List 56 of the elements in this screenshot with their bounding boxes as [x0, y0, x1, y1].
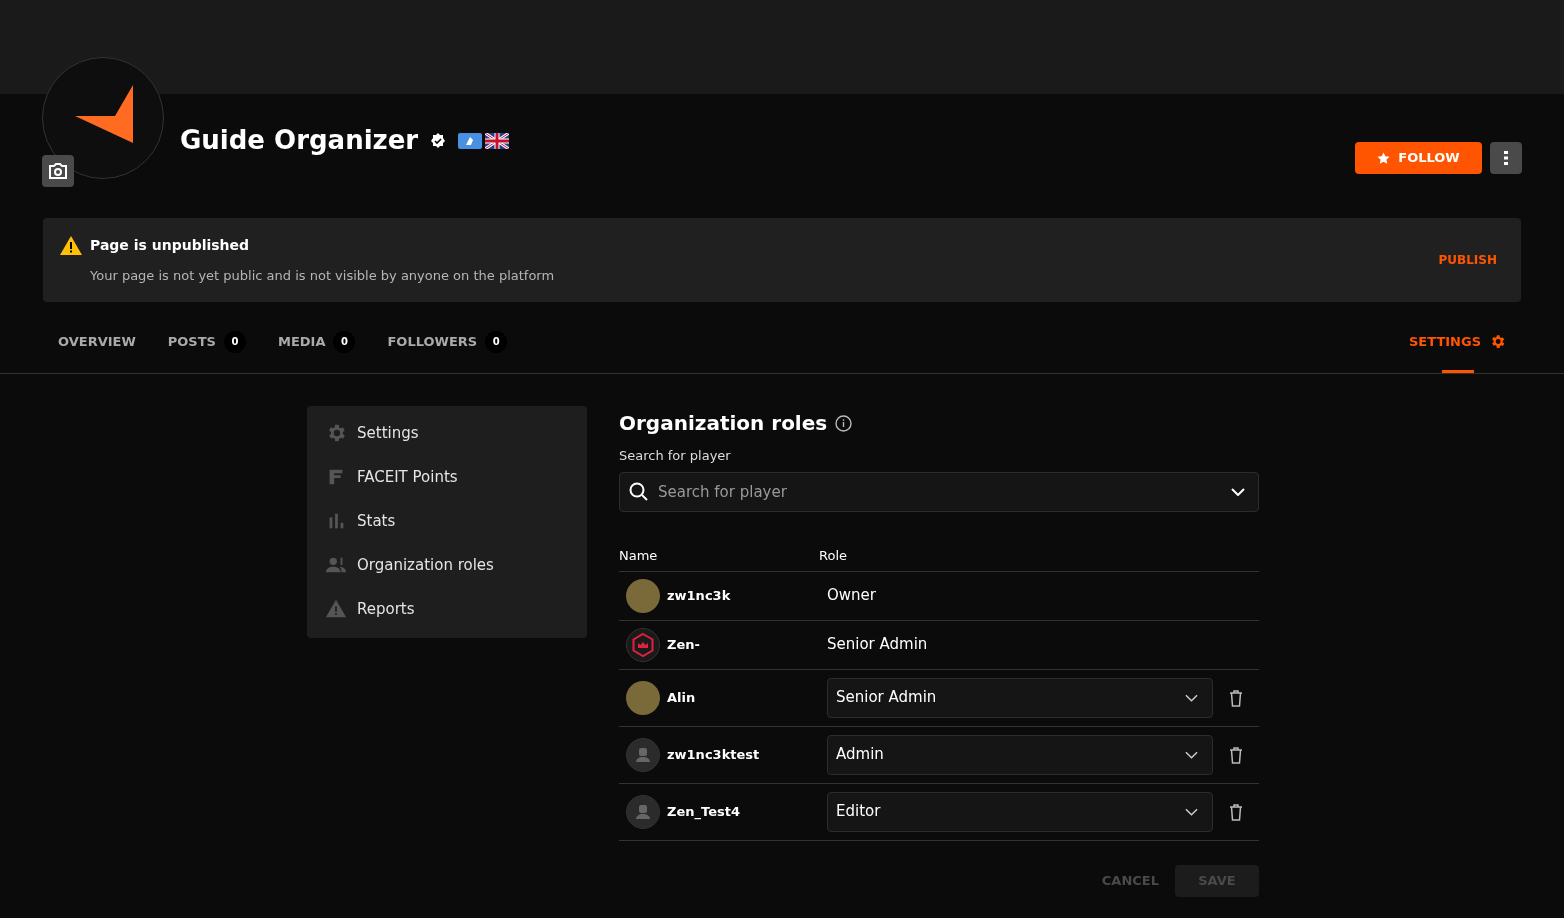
- role-text: Senior Admin: [827, 634, 928, 656]
- role-text: Owner: [827, 585, 876, 607]
- tab[interactable]: SETTINGS: [1408, 310, 1506, 373]
- chevron-down-icon: [1231, 487, 1245, 496]
- warning-icon: [325, 598, 347, 620]
- avatar-badge-icon: [626, 627, 660, 662]
- trash-icon[interactable]: [1229, 688, 1243, 707]
- default-avatar-icon: [626, 737, 660, 772]
- region-flag-icon: [458, 132, 483, 149]
- warning-icon: [60, 235, 82, 255]
- count-badge: 0: [485, 330, 508, 353]
- sidebar-item[interactable]: Reports: [357, 597, 415, 621]
- tab[interactable]: POSTS 0: [167, 310, 246, 373]
- tab[interactable]: MEDIA 0: [277, 310, 356, 373]
- tab[interactable]: OVERVIEW: [58, 310, 136, 373]
- default-avatar-icon: [626, 794, 660, 829]
- column-header: Name: [619, 546, 659, 565]
- player-name: Zen_Test4: [667, 802, 740, 822]
- vertical-dots-icon: [1504, 151, 1508, 165]
- trash-icon[interactable]: [1229, 802, 1243, 821]
- role-dropdown[interactable]: Admin: [827, 734, 1213, 775]
- notice-message: Your page is not yet public and is not visible by anyone on the platform: [90, 266, 555, 285]
- tab[interactable]: FOLLOWERS 0: [387, 310, 508, 373]
- search-icon: [629, 481, 649, 502]
- player-name: Alin: [667, 688, 696, 707]
- count-badge: 0: [223, 330, 246, 353]
- sidebar-item[interactable]: FACEIT Points: [357, 465, 458, 489]
- notice-title: Page is unpublished: [90, 235, 250, 255]
- role-dropdown[interactable]: Editor: [827, 791, 1213, 832]
- chevron-down-icon: [1185, 750, 1198, 759]
- sidebar-item[interactable]: Organization roles: [357, 553, 494, 577]
- column-header: Role: [819, 546, 847, 565]
- verified-icon: [430, 132, 447, 149]
- avatar-photo: [626, 578, 660, 613]
- trash-icon[interactable]: [1229, 745, 1243, 764]
- role-dropdown[interactable]: Senior Admin: [827, 677, 1213, 718]
- publish-button[interactable]: PUBLISH: [1438, 251, 1497, 269]
- search-label: Search for player: [619, 447, 732, 465]
- organization-name: Guide Organizer: [180, 124, 419, 157]
- info-icon: [835, 414, 853, 432]
- player-name: zw1nc3k: [667, 586, 731, 605]
- section-title: Organization roles: [619, 410, 828, 437]
- count-badge: 0: [333, 330, 356, 353]
- search-field[interactable]: Search for player: [619, 471, 1259, 512]
- star-icon: [1377, 151, 1391, 165]
- player-name: Zen-: [667, 635, 700, 654]
- camera-icon[interactable]: [42, 155, 74, 187]
- more-options-button[interactable]: [1490, 142, 1522, 174]
- uk-flag-icon: [485, 132, 510, 149]
- avatar-photo: [626, 680, 660, 715]
- chevron-down-icon: [1185, 693, 1198, 702]
- sidebar-item[interactable]: Stats: [357, 509, 396, 533]
- player-name: zw1nc3ktest: [667, 745, 760, 764]
- sidebar-item[interactable]: Settings: [357, 421, 419, 445]
- settings-icon: [1489, 333, 1506, 350]
- chevron-down-icon: [1185, 807, 1198, 816]
